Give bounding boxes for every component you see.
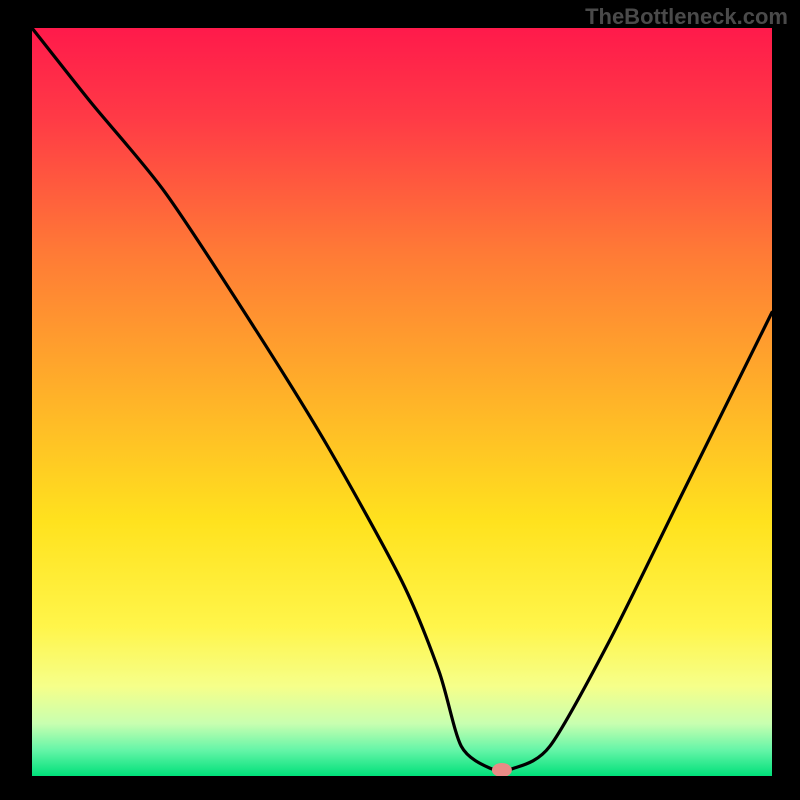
- bottleneck-plot-svg: [32, 28, 772, 776]
- chart-frame: TheBottleneck.com: [0, 0, 800, 800]
- watermark-text: TheBottleneck.com: [585, 4, 788, 30]
- gradient-background: [32, 28, 772, 776]
- bottleneck-plot: [32, 28, 772, 776]
